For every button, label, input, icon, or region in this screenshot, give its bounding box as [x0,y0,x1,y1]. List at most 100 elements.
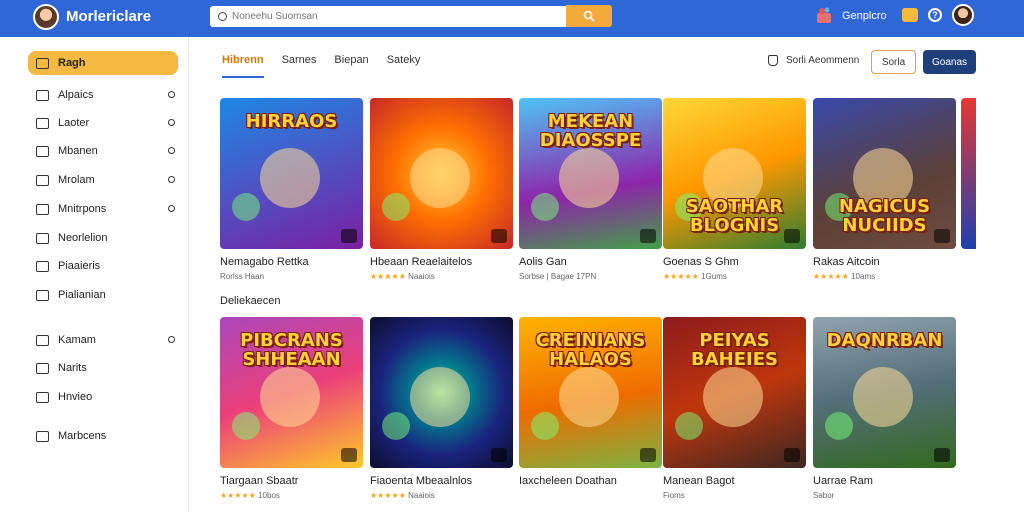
wallet-icon[interactable] [902,8,918,22]
sidebar-item[interactable]: Mbanen [28,139,178,163]
sidebar-item[interactable]: Pialianian [28,283,178,307]
character-art [260,367,320,427]
tab[interactable]: Sateky [387,54,421,78]
sidebar-item[interactable]: Kamam [28,328,178,352]
user-avatar[interactable] [952,4,974,26]
platform-badge-icon [491,229,507,243]
platform-badge-icon [491,448,507,462]
sidebar-item[interactable]: Laoter [28,111,178,135]
game-thumbnail[interactable]: HIRRAOS [220,98,363,249]
card-icon [36,362,49,374]
sidebar-item[interactable]: Marbcens [28,424,178,448]
game-meta-text: 1Gums [701,272,727,281]
game-thumbnail[interactable]: CREINIANS HALAOS [519,317,662,468]
game-title[interactable]: Tiargaan Sbaatr [220,475,363,487]
character-art [559,148,619,208]
character-art [825,412,853,440]
game-logo-text: MEKEAN DIAOSSPE [539,111,642,151]
game-thumbnail[interactable]: NAGICUS NUCIIDS [813,98,956,249]
game-meta-text: 10ams [851,272,876,281]
game-title[interactable]: Iaxcheleen Doathan [519,475,662,487]
game-thumbnail[interactable] [370,317,513,468]
tab[interactable]: Sarnes [282,54,317,78]
character-art [531,193,559,221]
sidebar-item-label: Laoter [58,117,90,129]
search-button[interactable] [566,5,612,27]
secondary-button[interactable]: Sorla [871,50,916,74]
sidebar-item[interactable]: Mnitrpons [28,197,178,221]
search-input[interactable] [232,11,552,22]
image-icon [36,232,49,244]
game-thumbnail[interactable]: PIBCRANS SHHEAAN [220,317,363,468]
game-title[interactable]: Fiaoenta Mbeaalnlos [370,475,513,487]
game-title[interactable]: Hbeaan Reaelaitelos [370,256,513,268]
platform-badge-icon [784,229,800,243]
game-meta: Fioms [663,491,806,500]
search-box[interactable] [210,6,567,27]
game-thumbnail[interactable]: DAQNRBAN [813,317,956,468]
rating-stars: ★★★★★ [370,272,406,281]
status-dot-icon [168,147,175,154]
character-art [853,367,913,427]
game-thumbnail[interactable]: SAOTHAR BLOGNIS [663,98,806,249]
plus-box-icon [36,391,49,403]
character-art [410,367,470,427]
top-bar: Morlericlare Genplcro ? [0,0,1024,37]
mail-icon [36,117,49,129]
game-card[interactable]: NAGICUS NUCIIDS Rakas Aitcoin ★★★★★ 10ams [813,98,956,281]
game-card[interactable]: MEKEAN DIAOSSPE Aolis Gan Sorbse | Bagae 1… [519,98,662,281]
character-art [410,148,470,208]
carousel-next-card[interactable] [961,98,976,249]
account-label[interactable]: Genplcro [842,10,887,22]
game-title[interactable]: Uarrae Ram [813,475,956,487]
sidebar-item-label: Mrolam [58,174,95,186]
game-card[interactable]: PIBCRANS SHHEAAN Tiargaan Sbaatr ★★★★★ 10b… [220,317,363,500]
sidebar-item[interactable]: Hnvieo [28,385,178,409]
tab[interactable]: Hibrenn [222,54,264,78]
share-icon [36,289,49,301]
sidebar-item[interactable]: Narits [28,356,178,380]
game-thumbnail[interactable]: PEIYAS BAHEIES [663,317,806,468]
game-meta-text: Naaiois [408,491,435,500]
envelope-icon [36,430,49,442]
sidebar-item[interactable]: Mrolam [28,168,178,192]
rating-stars: ★★★★★ [220,491,256,500]
search-icon [583,10,595,22]
game-card[interactable]: Hbeaan Reaelaitelos ★★★★★ Naaiois [370,98,513,281]
game-card[interactable]: SAOTHAR BLOGNIS Goenas S Ghm ★★★★★ 1Gums [663,98,806,281]
sidebar-item-label: Hnvieo [58,391,93,403]
sidebar-item[interactable]: Alpaics [28,83,178,107]
pencil-icon [36,260,49,272]
sidebar-item-label: Ragh [58,57,86,69]
character-art [559,367,619,427]
game-title[interactable]: Rakas Aitcoin [813,256,956,268]
game-thumbnail[interactable] [370,98,513,249]
character-art [382,412,410,440]
help-icon[interactable]: ? [928,8,942,22]
game-card[interactable]: HIRRAOS Nemagabo Rettka Rorlss Haan [220,98,363,281]
connection-status[interactable]: Sorli Aeommenn [768,55,859,66]
sidebar-item[interactable]: Ragh [28,51,178,75]
sidebar-item-label: Piaaieris [58,260,101,272]
app-logo-avatar[interactable] [33,4,59,30]
primary-button[interactable]: Goanas [923,50,976,74]
gift-icon[interactable] [815,6,833,24]
game-title[interactable]: Nemagabo Rettka [220,256,363,268]
game-card[interactable]: Fiaoenta Mbeaalnlos ★★★★★ Naaiois [370,317,513,500]
game-card[interactable]: CREINIANS HALAOS Iaxcheleen Doathan [519,317,662,491]
game-thumbnail[interactable]: MEKEAN DIAOSSPE [519,98,662,249]
game-title[interactable]: Goenas S Ghm [663,256,806,268]
game-logo-text: CREINIANS HALAOS [535,330,646,370]
tab[interactable]: Biepan [334,54,368,78]
game-card[interactable]: DAQNRBAN Uarrae Ram Sabor [813,317,956,500]
game-title[interactable]: Aolis Gan [519,256,662,268]
home-icon [36,57,49,69]
game-meta: ★★★★★ 10ams [813,272,956,281]
game-title[interactable]: Manean Bagot [663,475,806,487]
sidebar-item[interactable]: Neorlelion [28,226,178,250]
game-card[interactable]: PEIYAS BAHEIES Manean Bagot Fioms [663,317,806,500]
sidebar-item[interactable]: Piaaieris [28,254,178,278]
sidebar-item-label: Neorlelion [58,232,108,244]
sidebar-item-label: Alpaics [58,89,94,101]
game-meta: Sorbse | Bagae 17PN [519,272,662,281]
